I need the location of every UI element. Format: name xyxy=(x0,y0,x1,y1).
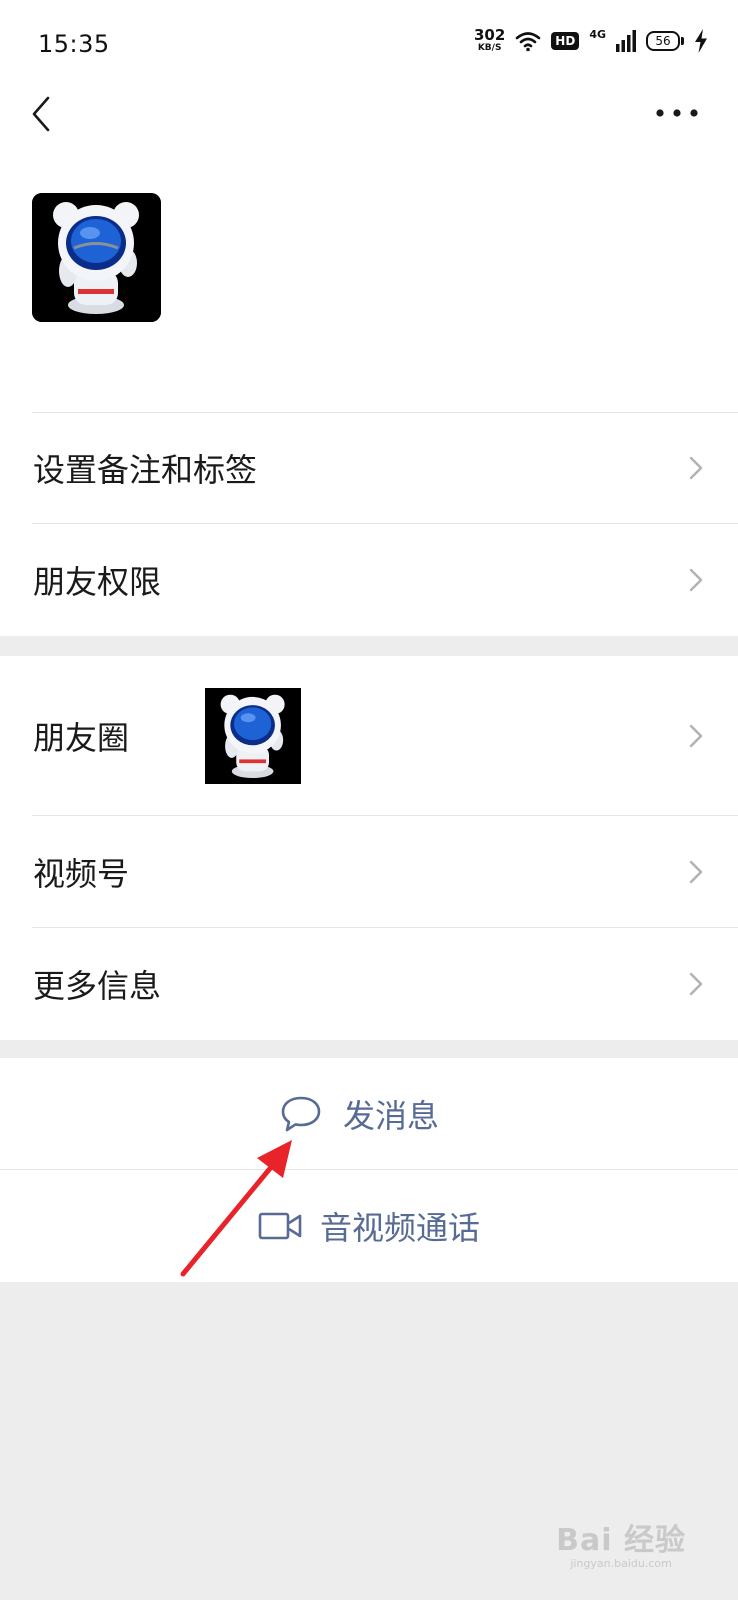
network-speed-unit: KB/S xyxy=(477,43,502,53)
watermark-main: Bai 经验 xyxy=(556,1523,686,1558)
signal-icon xyxy=(616,29,636,52)
chat-bubble-icon xyxy=(281,1096,321,1132)
battery-level: 56 xyxy=(646,30,680,51)
profile-avatar[interactable] xyxy=(32,193,161,322)
header-bar xyxy=(0,92,738,190)
baidu-watermark: Bai 经验 jingyan.baidu.com xyxy=(556,1515,686,1570)
watermark-sub: jingyan.baidu.com xyxy=(570,1557,672,1570)
av-call-label: 音视频通话 xyxy=(319,1209,480,1247)
settings-list: 设置备注和标签 朋友权限 xyxy=(0,412,738,636)
more-info-row[interactable]: 更多信息 xyxy=(0,928,738,1040)
moments-row[interactable]: 朋友圈 xyxy=(0,656,738,816)
wifi-icon xyxy=(515,31,541,51)
status-icons: 302 KB/S HD 4G 56 xyxy=(474,28,708,53)
moments-label: 朋友圈 xyxy=(33,719,130,757)
charging-icon xyxy=(695,28,707,53)
info-list: 朋友圈 视频号 更多信息 xyxy=(0,656,738,1040)
moments-thumbnail xyxy=(205,688,301,784)
astronaut-thumbnail-image xyxy=(205,688,301,784)
set-remark-tags-row[interactable]: 设置备注和标签 xyxy=(0,412,738,524)
profile-section xyxy=(0,190,738,412)
more-options-icon[interactable] xyxy=(652,98,702,128)
friend-permissions-label: 朋友权限 xyxy=(33,563,162,601)
action-section: 发消息 音视频通话 xyxy=(0,1058,738,1282)
network-speed-value: 302 xyxy=(473,26,506,44)
send-message-label: 发消息 xyxy=(342,1097,439,1135)
network-type: 4G xyxy=(589,28,606,41)
more-info-label: 更多信息 xyxy=(33,967,162,1005)
hd-icon: HD xyxy=(551,31,580,50)
channels-label: 视频号 xyxy=(33,855,130,893)
chevron-right-icon xyxy=(689,568,703,592)
status-time: 15:35 xyxy=(38,30,110,58)
friend-permissions-row[interactable]: 朋友权限 xyxy=(0,524,738,636)
back-icon[interactable] xyxy=(24,94,60,134)
av-call-button[interactable]: 音视频通话 xyxy=(0,1170,738,1282)
chevron-right-icon xyxy=(689,724,703,748)
astronaut-avatar-image xyxy=(32,193,161,322)
video-camera-icon xyxy=(258,1212,302,1240)
set-remark-tags-label: 设置备注和标签 xyxy=(33,451,258,489)
status-bar: 15:35 302 KB/S HD 4G 56 xyxy=(0,0,738,92)
channels-row[interactable]: 视频号 xyxy=(0,816,738,928)
send-message-button[interactable]: 发消息 xyxy=(0,1058,738,1170)
chevron-right-icon xyxy=(689,860,703,884)
battery-icon: 56 xyxy=(646,30,684,51)
chevron-right-icon xyxy=(689,456,703,480)
chevron-right-icon xyxy=(689,972,703,996)
network-speed: 302 KB/S xyxy=(474,28,505,53)
